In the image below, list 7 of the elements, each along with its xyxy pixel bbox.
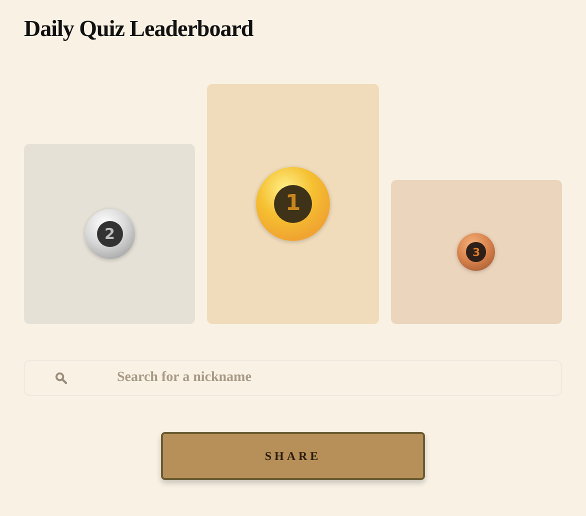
rank-number: 1 [285,193,301,215]
search-icon [55,372,67,384]
search-field[interactable]: Search for a nickname [24,360,562,396]
page-title: Daily Quiz Leaderboard [24,16,254,42]
rank-number: 2 [104,226,115,242]
share-button[interactable]: SHARE [161,432,425,480]
rank-number: 3 [472,246,480,258]
